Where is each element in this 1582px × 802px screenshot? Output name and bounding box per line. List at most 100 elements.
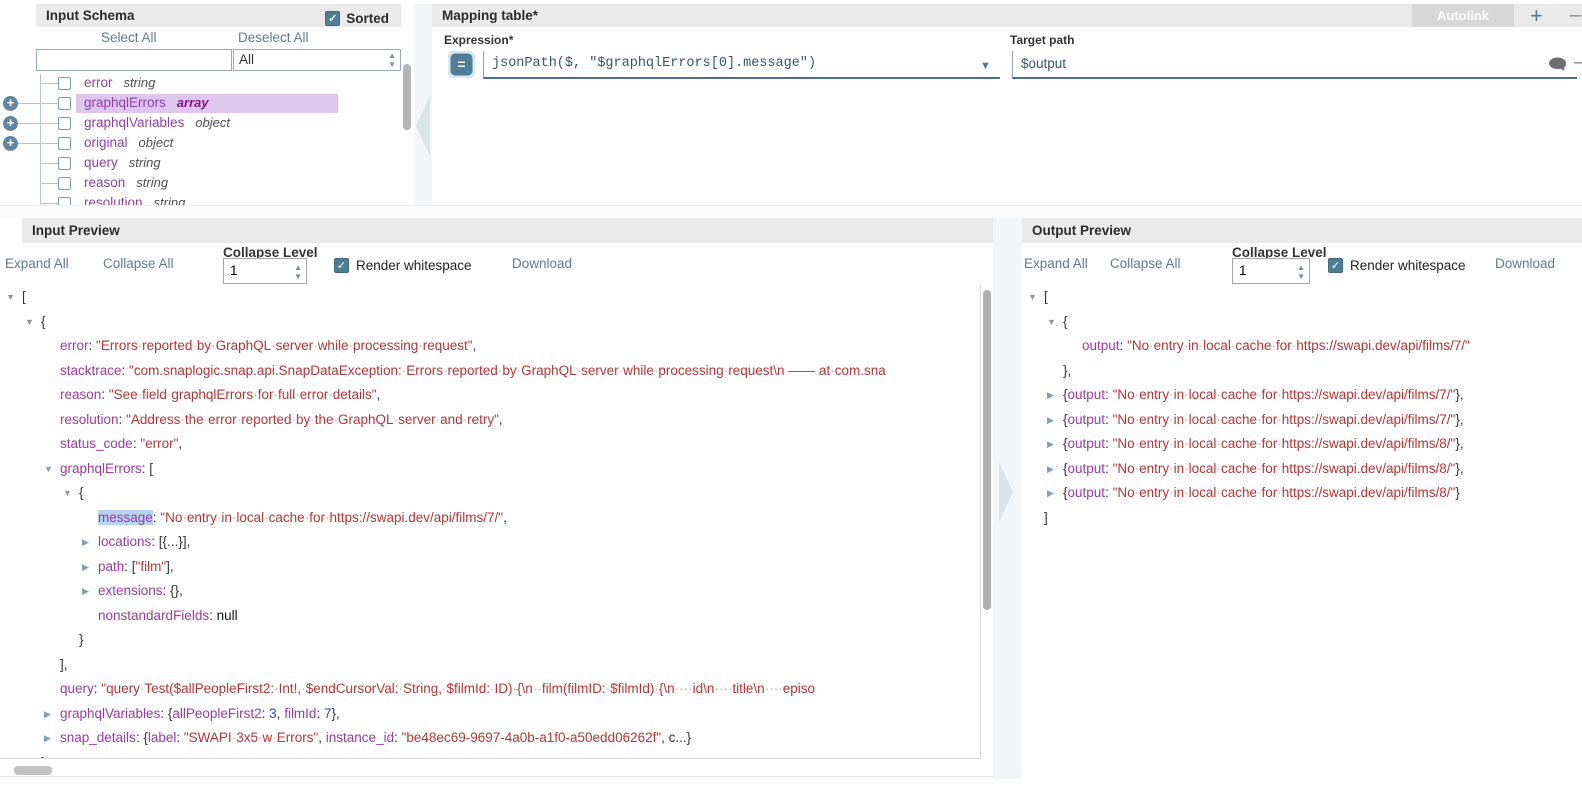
expand-all-link[interactable]: Expand All: [5, 256, 69, 271]
schema-field-row[interactable]: resolutionstring: [0, 194, 402, 205]
field-checkbox[interactable]: [58, 157, 71, 170]
remove-row-minus-icon[interactable]: –: [1570, 4, 1581, 27]
field-label: graphqlVariablesobject: [84, 115, 230, 130]
render-whitespace-checkbox[interactable]: ✓: [1328, 258, 1343, 273]
schema-field-row[interactable]: +originalobject: [0, 134, 402, 154]
field-type: string: [136, 175, 168, 190]
json-key-segment: output: [1068, 436, 1106, 451]
render-whitespace-label: Render whitespace: [356, 258, 472, 273]
schema-field-row[interactable]: +graphqlErrorsarray: [0, 94, 402, 114]
section-divider: [0, 205, 1582, 218]
collapse-toggle-icon[interactable]: ▼: [25, 310, 34, 335]
expression-label: Expression*: [444, 33, 513, 47]
schema-vertical-scrollbar[interactable]: [403, 28, 412, 205]
expand-node-plus-icon[interactable]: +: [3, 96, 18, 111]
scrollbar-thumb[interactable]: [403, 64, 411, 130]
field-checkbox[interactable]: [58, 117, 71, 130]
field-checkbox[interactable]: [58, 97, 71, 110]
expand-toggle-icon[interactable]: ▶: [82, 579, 89, 604]
field-checkbox[interactable]: [58, 197, 71, 205]
json-punct-segment: :: [101, 387, 109, 402]
scrollbar-thumb[interactable]: [14, 766, 52, 775]
json-str-segment: "No·entry·in·local·cache·for·https://swa…: [1113, 461, 1456, 476]
download-link[interactable]: Download: [512, 256, 572, 271]
expand-toggle-icon[interactable]: ▶: [1047, 383, 1054, 408]
output-preview-title: Output Preview: [1032, 223, 1131, 238]
json-row: ▶{output: "No·entry·in·local·cache·for·h…: [1022, 481, 1582, 506]
collapse-panel-right-arrow-icon[interactable]: [999, 462, 1013, 522]
download-link[interactable]: Download: [1495, 256, 1555, 271]
output-preview-panel: Output Preview Expand All Collapse All C…: [1022, 218, 1582, 779]
expand-node-plus-icon[interactable]: +: [3, 136, 18, 151]
deselect-all-link[interactable]: Deselect All: [238, 30, 309, 45]
collapse-toggle-icon[interactable]: ▼: [6, 285, 15, 310]
expression-input[interactable]: jsonPath($, "$graphqlErrors[0].message"): [483, 51, 1000, 79]
collapse-all-link[interactable]: Collapse All: [103, 256, 174, 271]
panel-splitter-right[interactable]: [993, 218, 1022, 779]
input-schema-title: Input Schema: [46, 8, 135, 23]
schema-field-row[interactable]: reasonstring: [0, 174, 402, 194]
expression-toggle-equals-icon[interactable]: =: [448, 51, 475, 78]
field-checkbox[interactable]: [58, 137, 71, 150]
render-whitespace-checkbox[interactable]: ✓: [334, 258, 349, 273]
expand-toggle-icon[interactable]: ▶: [1047, 481, 1054, 506]
json-row: resolution: "Address·the·error·reported·…: [0, 408, 980, 433]
collapse-toggle-icon[interactable]: ▼: [1028, 285, 1037, 310]
select-all-link[interactable]: Select All: [101, 30, 157, 45]
expand-toggle-icon[interactable]: ▶: [44, 726, 51, 751]
expand-toggle-icon[interactable]: ▶: [44, 702, 51, 727]
json-str-segment: "See·field·graphqlErrors·for·full·error·…: [109, 387, 377, 402]
schema-filter-input[interactable]: [36, 49, 232, 71]
json-key-segment: output: [1068, 485, 1106, 500]
field-name: resolution: [84, 195, 143, 205]
collapse-all-link[interactable]: Collapse All: [1110, 256, 1181, 271]
collapse-panel-left-arrow-icon[interactable]: [416, 96, 430, 156]
collapse-level-input[interactable]: [1233, 259, 1287, 281]
json-punct-segment: },: [331, 706, 339, 721]
input-preview-horizontal-scrollbar[interactable]: [0, 764, 993, 777]
sorted-checkbox[interactable]: ✓: [325, 11, 340, 26]
json-punct-segment: ,: [377, 387, 381, 402]
spinner-arrows-icon[interactable]: ▲▼: [1297, 263, 1305, 281]
expand-toggle-icon[interactable]: ▶: [82, 530, 89, 555]
schema-scope-dropdown[interactable]: All ▲▼: [233, 49, 401, 71]
json-punct-segment: : {: [136, 730, 148, 745]
json-key-segment: message: [98, 510, 153, 525]
input-preview-vertical-scrollbar[interactable]: [983, 285, 992, 759]
add-row-plus-icon[interactable]: +: [1530, 4, 1543, 29]
collapse-level-spinner[interactable]: ▲▼: [223, 258, 307, 284]
collapse-toggle-icon[interactable]: ▼: [44, 457, 53, 482]
expand-all-link[interactable]: Expand All: [1024, 256, 1088, 271]
expand-toggle-icon[interactable]: ▶: [1047, 432, 1054, 457]
field-checkbox[interactable]: [58, 77, 71, 90]
json-punct-segment: ,: [473, 338, 477, 353]
comment-bubble-icon[interactable]: [1548, 57, 1567, 77]
expression-dropdown-chevron-icon[interactable]: ▼: [980, 60, 991, 72]
autolink-button[interactable]: Autolink: [1412, 4, 1514, 27]
json-key-segment: resolution: [60, 412, 119, 427]
schema-field-row[interactable]: errorstring: [0, 74, 402, 94]
expand-node-plus-icon[interactable]: +: [3, 116, 18, 131]
panel-splitter-left[interactable]: [414, 4, 432, 205]
json-punct-segment: },: [1455, 461, 1463, 476]
expand-toggle-icon[interactable]: ▶: [1047, 408, 1054, 433]
dropdown-spinner-icon[interactable]: ▲▼: [388, 51, 396, 69]
target-path-input[interactable]: $output: [1012, 51, 1577, 79]
schema-field-row[interactable]: querystring: [0, 154, 402, 174]
scrollbar-thumb[interactable]: [983, 290, 991, 610]
collapse-toggle-icon[interactable]: ▼: [1047, 310, 1056, 335]
input-preview-title: Input Preview: [32, 223, 120, 238]
schema-field-row[interactable]: + graphqlVariablesobject: [0, 114, 402, 134]
spinner-arrows-icon[interactable]: ▲▼: [294, 263, 302, 281]
collapse-level-input[interactable]: [224, 259, 284, 281]
collapse-level-spinner[interactable]: ▲▼: [1232, 258, 1310, 284]
collapse-toggle-icon[interactable]: ▼: [63, 481, 72, 506]
remove-mapping-row-minus-icon[interactable]: –: [1574, 51, 1582, 74]
field-type: object: [195, 115, 230, 130]
field-checkbox[interactable]: [58, 177, 71, 190]
json-key-segment: nonstandardFields: [98, 608, 209, 623]
json-punct-segment: : {: [160, 706, 172, 721]
json-row: ▼{: [1022, 310, 1582, 335]
expand-toggle-icon[interactable]: ▶: [1047, 457, 1054, 482]
expand-toggle-icon[interactable]: ▶: [82, 555, 89, 580]
